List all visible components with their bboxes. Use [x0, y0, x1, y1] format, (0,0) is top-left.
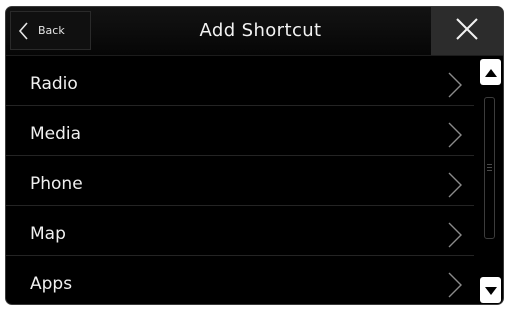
close-button[interactable] [431, 7, 503, 55]
grip-line [487, 167, 492, 168]
list-item-label: Apps [30, 274, 73, 294]
close-icon [454, 16, 480, 46]
scrollbar-thumb[interactable] [484, 97, 495, 239]
chevron-right-icon [447, 121, 463, 149]
chevron-right-icon [447, 221, 463, 249]
list-item-apps[interactable]: Apps [6, 256, 474, 304]
list-item-radio[interactable]: Radio [6, 56, 474, 106]
list-item-label: Media [30, 124, 82, 144]
chevron-right-icon [447, 271, 463, 299]
back-label: Back [38, 24, 65, 37]
triangle-up-icon [484, 63, 498, 82]
triangle-down-icon [484, 281, 498, 300]
shortcut-list: Radio Media Phone Map Apps [6, 56, 474, 304]
list-item-phone[interactable]: Phone [6, 156, 474, 206]
shortcut-screen: Back Add Shortcut Radio Media Phone Map … [5, 6, 504, 305]
back-button[interactable]: Back [10, 11, 91, 50]
list-item-map[interactable]: Map [6, 206, 474, 256]
chevron-left-icon [17, 21, 31, 41]
chevron-right-icon [447, 71, 463, 99]
list-item-label: Phone [30, 174, 83, 194]
scroll-down-button[interactable] [480, 277, 501, 303]
list-item-label: Radio [30, 74, 78, 94]
scroll-up-button[interactable] [480, 59, 501, 85]
grip-line [487, 164, 492, 165]
page-title: Add Shortcut [199, 20, 322, 41]
grip-line [487, 170, 492, 171]
chevron-right-icon [447, 171, 463, 199]
header-bar: Back Add Shortcut [6, 7, 503, 56]
list-item-label: Map [30, 224, 66, 244]
list-item-media[interactable]: Media [6, 106, 474, 156]
